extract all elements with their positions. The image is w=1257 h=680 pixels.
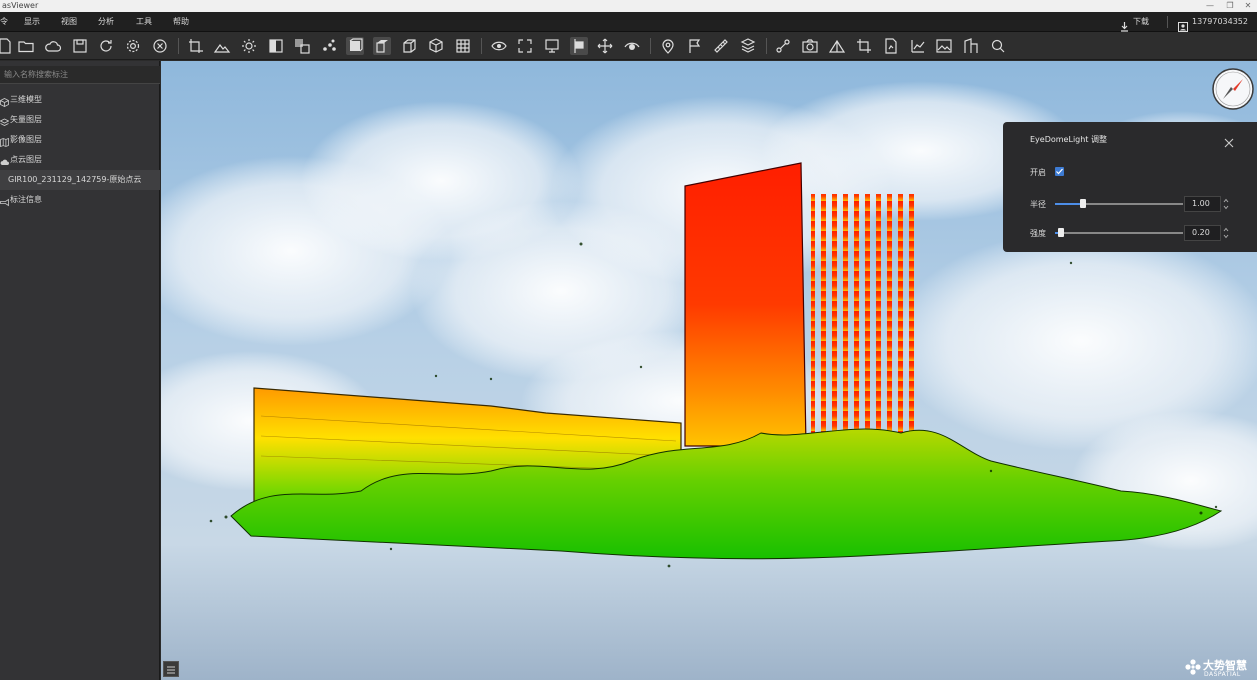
radius-stepper[interactable] — [1221, 196, 1231, 212]
toolbar-divider — [650, 38, 651, 54]
open-folder-icon[interactable] — [17, 37, 35, 55]
refresh-icon[interactable] — [97, 37, 115, 55]
radius-label: 半径 — [1030, 200, 1046, 209]
path-icon[interactable] — [774, 37, 792, 55]
building-icon[interactable] — [962, 37, 980, 55]
eye-dome-icon[interactable] — [623, 37, 641, 55]
cube-front-icon[interactable] — [346, 37, 364, 55]
menu-bar: 令 显示 视图 分析 工具 帮助 下载 13797034352 — [0, 12, 1257, 32]
toolbar-divider — [481, 38, 482, 54]
tree-item-label: 三维模型 — [10, 95, 42, 104]
menu-help[interactable]: 帮助 — [173, 12, 189, 32]
minimize-button[interactable]: — — [1200, 0, 1220, 12]
image-icon[interactable] — [935, 37, 953, 55]
overlay-icon[interactable] — [293, 37, 311, 55]
menu-file[interactable]: 令 — [0, 12, 8, 32]
tree-item-label: 点云图层 — [10, 155, 42, 164]
search-placeholder: 输入名称搜索标注 — [4, 70, 68, 79]
split-view-icon[interactable] — [267, 37, 285, 55]
landscape-icon[interactable] — [213, 37, 231, 55]
menu-tools[interactable]: 工具 — [136, 12, 152, 32]
list-toggle-icon[interactable] — [163, 661, 179, 677]
tree-item-image-layer[interactable]: 影像图层 — [0, 131, 160, 149]
close-icon[interactable] — [1223, 134, 1235, 148]
cube-outline-icon — [0, 96, 9, 107]
new-icon[interactable] — [0, 37, 14, 55]
window-title: asViewer — [2, 1, 39, 10]
tree-item-label: GIR100_231129_142759-原始点云 — [8, 175, 142, 184]
menu-view[interactable]: 视图 — [61, 12, 77, 32]
crop-corner-icon[interactable] — [855, 37, 873, 55]
strength-value-input[interactable]: 0.20 — [1184, 225, 1221, 241]
strength-slider-thumb[interactable] — [1058, 228, 1065, 237]
daspatial-logo: 大势智慧 DASPATIAL — [1183, 655, 1257, 680]
pin-bar-icon[interactable] — [570, 37, 588, 55]
radius-value-input[interactable]: 1.00 — [1184, 196, 1221, 212]
strength-label: 强度 — [1030, 229, 1046, 238]
menubar-divider — [1167, 16, 1168, 28]
title-bar: asViewer — ❐ ✕ — [0, 0, 1257, 12]
grid-icon[interactable] — [454, 37, 472, 55]
sun-icon[interactable] — [240, 37, 258, 55]
compass-icon[interactable] — [1211, 67, 1255, 111]
close-circle-icon[interactable] — [151, 37, 169, 55]
logo-mark-icon — [1185, 659, 1201, 675]
cloud-layer-icon — [0, 156, 9, 165]
profile-doc-icon[interactable] — [882, 37, 900, 55]
ruler-icon[interactable] — [712, 37, 730, 55]
volume-icon[interactable] — [828, 37, 846, 55]
cube-side-icon[interactable] — [400, 37, 418, 55]
settings-icon[interactable] — [124, 37, 142, 55]
main-toolbar — [0, 32, 1257, 60]
screen-icon[interactable] — [543, 37, 561, 55]
camera-icon[interactable] — [801, 37, 819, 55]
chart-trend-icon[interactable] — [909, 37, 927, 55]
search-icon[interactable] — [989, 37, 1007, 55]
location-icon[interactable] — [659, 37, 677, 55]
close-window-button[interactable]: ✕ — [1238, 0, 1257, 12]
tree-item-3d-model[interactable]: 三维模型 — [0, 91, 160, 109]
point-dots-icon[interactable] — [320, 37, 338, 55]
search-input[interactable]: 输入名称搜索标注 — [0, 66, 160, 84]
vector-layer-icon — [0, 116, 10, 126]
flag-polyline-icon[interactable] — [686, 37, 704, 55]
menu-display[interactable]: 显示 — [24, 12, 40, 32]
download-button[interactable]: 下载 — [1133, 12, 1149, 32]
tree-item-label: 影像图层 — [10, 135, 42, 144]
tree-item-point-cloud-layer[interactable]: 点云图层 — [0, 151, 160, 169]
maximize-button[interactable]: ❐ — [1220, 0, 1240, 12]
radius-slider[interactable] — [1055, 199, 1183, 208]
layers-cube-icon[interactable] — [739, 37, 757, 55]
panel-title: EyeDomeLight 调整 — [1030, 135, 1107, 144]
move-icon[interactable] — [596, 37, 614, 55]
radius-slider-fill — [1055, 203, 1084, 205]
fit-icon[interactable] — [516, 37, 534, 55]
cube-top-icon[interactable] — [373, 37, 391, 55]
menu-analysis[interactable]: 分析 — [98, 12, 114, 32]
app-window: asViewer — ❐ ✕ 令 显示 视图 分析 工具 帮助 下载 13797… — [0, 0, 1257, 680]
toolbar-divider — [178, 38, 179, 54]
enable-checkbox[interactable] — [1055, 167, 1064, 176]
radius-slider-thumb[interactable] — [1080, 199, 1087, 208]
save-icon[interactable] — [71, 37, 89, 55]
image-layer-icon — [0, 136, 9, 148]
logo-subtext: DASPATIAL — [1204, 671, 1241, 678]
eye-icon[interactable] — [490, 37, 508, 55]
tree-item-annotations[interactable]: 标注信息 — [0, 191, 160, 209]
eye-dome-light-panel: EyeDomeLight 调整 开启 半径 1.00 强度 0.20 — [1003, 122, 1257, 252]
tree-item-label: 矢量图层 — [10, 115, 42, 124]
crop-icon[interactable] — [187, 37, 205, 55]
cloud-icon[interactable] — [44, 37, 62, 55]
annotation-icon — [0, 196, 9, 207]
tree-item-vector-layer[interactable]: 矢量图层 — [0, 111, 160, 129]
cube-iso-icon[interactable] — [427, 37, 445, 55]
strength-slider[interactable] — [1055, 228, 1183, 237]
tree-item-label: 标注信息 — [10, 195, 42, 204]
layer-sidebar: 输入名称搜索标注 三维模型 矢量图层 影像图层 点云图层 GIR100_2311… — [0, 61, 160, 680]
tree-item-point-cloud-dataset[interactable]: GIR100_231129_142759-原始点云 — [0, 170, 160, 190]
user-phone[interactable]: 13797034352 — [1192, 12, 1248, 32]
enable-label: 开启 — [1030, 168, 1046, 177]
strength-stepper[interactable] — [1221, 225, 1231, 241]
toolbar-divider — [766, 38, 767, 54]
